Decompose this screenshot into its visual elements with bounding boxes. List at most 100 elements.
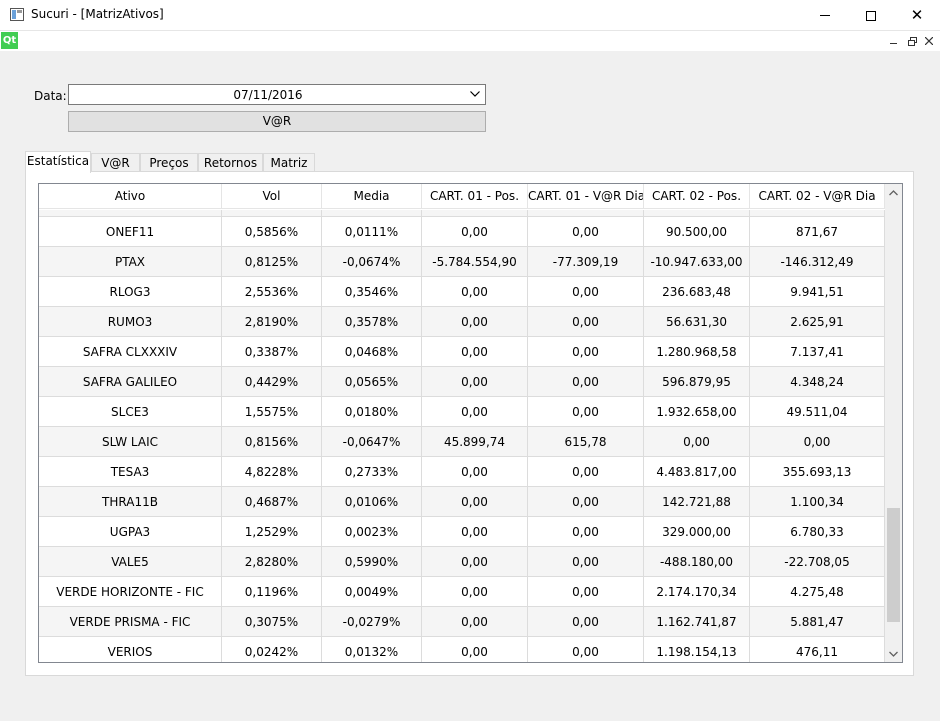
table-cell[interactable]: -22.708,05: [750, 547, 885, 577]
table-cell[interactable]: 0,4429%: [222, 367, 322, 397]
table-cell[interactable]: 0,00: [422, 517, 528, 547]
table-cell[interactable]: UGPA3: [39, 517, 222, 547]
table-cell[interactable]: 0,00: [422, 487, 528, 517]
table-cell[interactable]: 0,00: [528, 307, 644, 337]
table-row[interactable]: VERDE PRISMA - FIC 0,3075% -0,0279% 0,00 0,0…: [39, 607, 885, 637]
table-cell[interactable]: 1,5575%: [222, 397, 322, 427]
table-cell[interactable]: 0,1196%: [222, 577, 322, 607]
table-cell[interactable]: PTAX: [39, 247, 222, 277]
table-cell[interactable]: 0,0132%: [322, 637, 422, 662]
table-cell[interactable]: [322, 210, 422, 217]
table-cell[interactable]: -0,0279%: [322, 607, 422, 637]
chevron-down-icon[interactable]: [469, 87, 481, 101]
table-cell[interactable]: 0,00: [422, 577, 528, 607]
table-cell[interactable]: 0,8125%: [222, 247, 322, 277]
table-cell[interactable]: 90.500,00: [644, 217, 750, 247]
close-button[interactable]: ✕: [894, 0, 940, 31]
minimize-button[interactable]: [802, 0, 848, 31]
table-cell[interactable]: 596.879,95: [644, 367, 750, 397]
table-row[interactable]: VALE5 2,8280% 0,5990% 0,00 0,00 -488.180,00 -2…: [39, 547, 885, 577]
table-cell[interactable]: 0,0242%: [222, 637, 322, 662]
table-cell[interactable]: 0,00: [528, 457, 644, 487]
tab-precos[interactable]: Preços: [140, 153, 198, 172]
table-cell[interactable]: 0,00: [528, 397, 644, 427]
table-cell[interactable]: 0,00: [422, 547, 528, 577]
header-cart01-pos[interactable]: CART. 01 - Pos.: [422, 184, 528, 209]
table-cell[interactable]: 0,00: [528, 337, 644, 367]
tab-retornos[interactable]: Retornos: [198, 153, 263, 172]
table-cell[interactable]: 1.162.741,87: [644, 607, 750, 637]
table-cell[interactable]: 0,0111%: [322, 217, 422, 247]
table-cell[interactable]: VERDE HORIZONTE - FIC: [39, 577, 222, 607]
table-cell[interactable]: 0,0106%: [322, 487, 422, 517]
table-cell[interactable]: 0,00: [422, 637, 528, 662]
table-cell[interactable]: 0,0468%: [322, 337, 422, 367]
tab-var[interactable]: V@R: [91, 153, 140, 172]
table-cell[interactable]: 0,00: [528, 367, 644, 397]
table-cell[interactable]: 0,3578%: [322, 307, 422, 337]
table-cell[interactable]: [422, 210, 528, 217]
table-cell[interactable]: 0,00: [528, 487, 644, 517]
table-cell[interactable]: 1.280.968,58: [644, 337, 750, 367]
table-cell[interactable]: 0,2733%: [322, 457, 422, 487]
table-cell[interactable]: 2.625,91: [750, 307, 885, 337]
table-cell[interactable]: [39, 210, 222, 217]
tab-matriz[interactable]: Matriz: [263, 153, 315, 172]
scroll-up-button[interactable]: [885, 184, 902, 201]
table-cell[interactable]: THRA11B: [39, 487, 222, 517]
header-cart01-var[interactable]: CART. 01 - V@R Dia: [528, 184, 644, 209]
table-cell[interactable]: 2,8190%: [222, 307, 322, 337]
vertical-scrollbar[interactable]: [885, 184, 902, 662]
table-cell[interactable]: 49.511,04: [750, 397, 885, 427]
table-cell[interactable]: 4,8228%: [222, 457, 322, 487]
table-cell[interactable]: 0,5990%: [322, 547, 422, 577]
table-row[interactable]: TESA3 4,8228% 0,2733% 0,00 0,00 4.483.817,00 3…: [39, 457, 885, 487]
date-select[interactable]: 07/11/2016: [68, 84, 486, 105]
header-media[interactable]: Media: [322, 184, 422, 209]
table-cell[interactable]: 0,00: [422, 217, 528, 247]
table-cell[interactable]: 142.721,88: [644, 487, 750, 517]
table-cell[interactable]: 0,00: [528, 277, 644, 307]
table-cell[interactable]: VERDE PRISMA - FIC: [39, 607, 222, 637]
table-cell[interactable]: [528, 210, 644, 217]
table-cell[interactable]: 0,8156%: [222, 427, 322, 457]
scroll-down-button[interactable]: [885, 645, 902, 662]
table-row[interactable]: ONEF11 0,5856% 0,0111% 0,00 0,00 90.500,00 871…: [39, 217, 885, 247]
table-row[interactable]: UGPA3 1,2529% 0,0023% 0,00 0,00 329.000,00 6.7…: [39, 517, 885, 547]
table-cell[interactable]: 871,67: [750, 217, 885, 247]
table-cell[interactable]: [222, 210, 322, 217]
table-cell[interactable]: 0,00: [750, 427, 885, 457]
table-cell[interactable]: [750, 210, 885, 217]
maximize-button[interactable]: [848, 0, 894, 31]
table-cell[interactable]: 2.174.170,34: [644, 577, 750, 607]
table-cell[interactable]: 0,3075%: [222, 607, 322, 637]
table-row[interactable]: RUMO3 2,8190% 0,3578% 0,00 0,00 56.631,30 2.62…: [39, 307, 885, 337]
table-cell[interactable]: -0,0647%: [322, 427, 422, 457]
table-cell[interactable]: 4.483.817,00: [644, 457, 750, 487]
table-row[interactable]: SLCE3 1,5575% 0,0180% 0,00 0,00 1.932.658,00 4…: [39, 397, 885, 427]
table-cell[interactable]: VERIOS: [39, 637, 222, 662]
table-cell[interactable]: SAFRA CLXXXIV: [39, 337, 222, 367]
table-cell[interactable]: 0,3546%: [322, 277, 422, 307]
table-cell[interactable]: 0,00: [528, 607, 644, 637]
table-cell[interactable]: 6.780,33: [750, 517, 885, 547]
table-cell[interactable]: 1,2529%: [222, 517, 322, 547]
table-cell[interactable]: -146.312,49: [750, 247, 885, 277]
table-cell[interactable]: 9.941,51: [750, 277, 885, 307]
table-cell[interactable]: 355.693,13: [750, 457, 885, 487]
table-row[interactable]: SLW LAIC 0,8156% -0,0647% 45.899,74 615,78 0,…: [39, 427, 885, 457]
table-cell[interactable]: 0,00: [644, 427, 750, 457]
table-cell[interactable]: 0,00: [422, 277, 528, 307]
table-cell[interactable]: RLOG3: [39, 277, 222, 307]
table-cell[interactable]: 0,00: [422, 367, 528, 397]
qt-logo-icon[interactable]: Qt: [1, 32, 18, 49]
table-cell[interactable]: 615,78: [528, 427, 644, 457]
table-cell[interactable]: 0,00: [528, 517, 644, 547]
table-row[interactable]: VERIOS 0,0242% 0,0132% 0,00 0,00 1.198.154,13…: [39, 637, 885, 662]
table-cell[interactable]: ONEF11: [39, 217, 222, 247]
table-cell[interactable]: 0,00: [422, 397, 528, 427]
scroll-thumb[interactable]: [887, 507, 900, 622]
header-ativo[interactable]: Ativo: [39, 184, 222, 209]
table-cell[interactable]: 0,00: [422, 607, 528, 637]
table-cell[interactable]: 0,00: [422, 337, 528, 367]
